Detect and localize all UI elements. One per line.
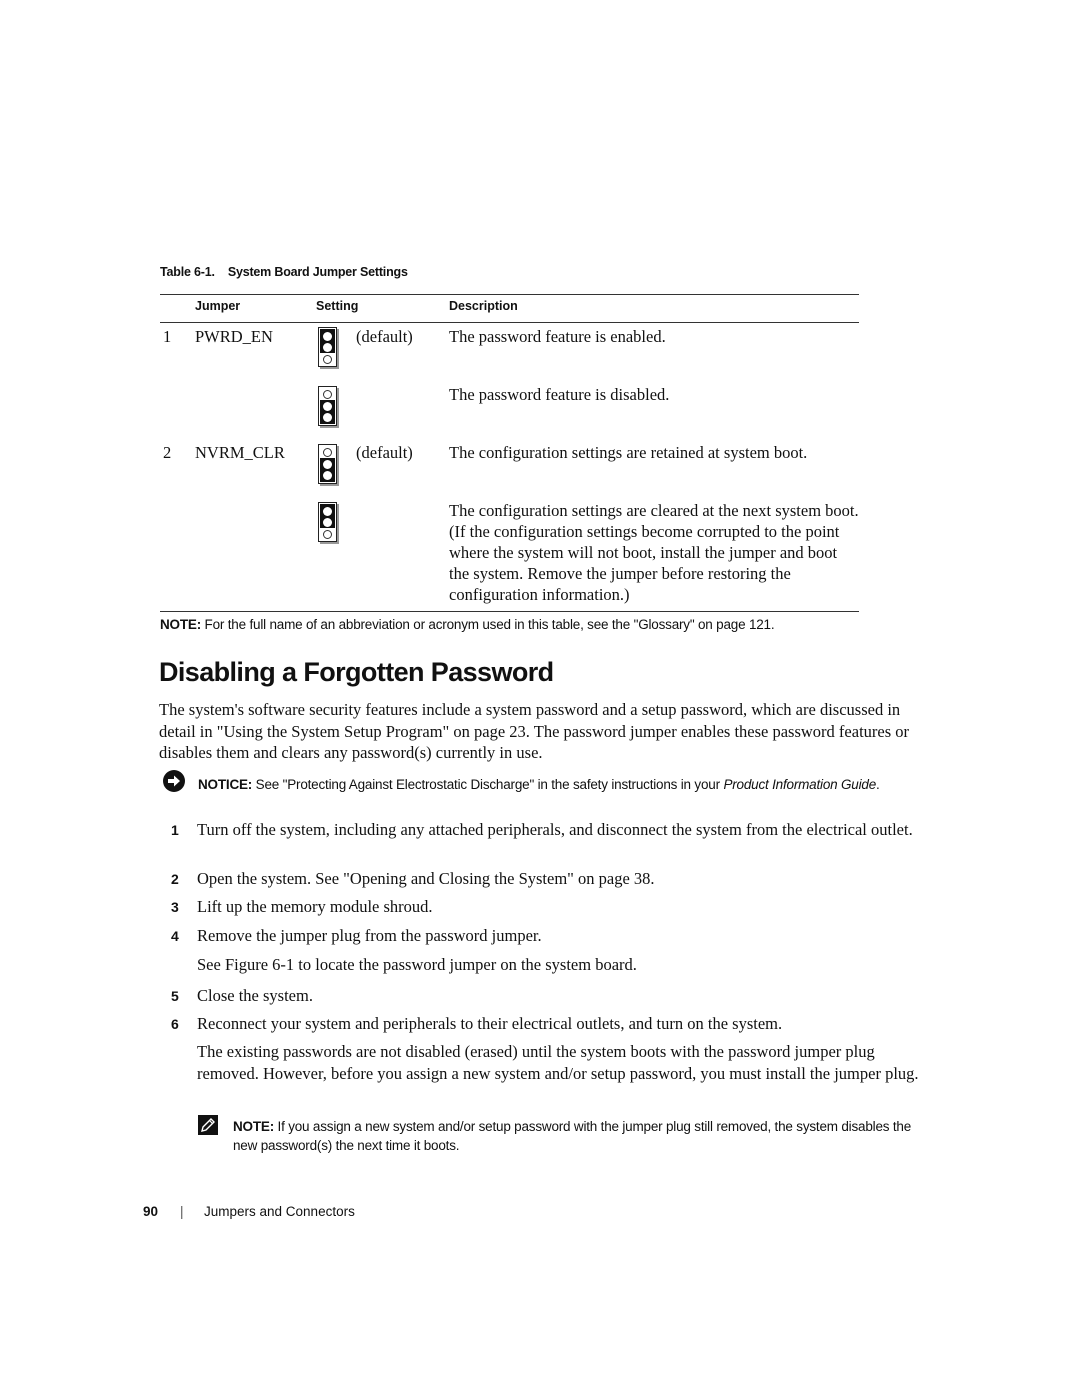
jumper-pins-1-2-icon xyxy=(318,502,337,542)
page-number: 90 xyxy=(143,1204,159,1219)
setting-default-label: (default) xyxy=(356,327,413,346)
note-label: NOTE: xyxy=(233,1119,274,1134)
note-text: If you assign a new system and/or setup … xyxy=(233,1119,912,1153)
footer-separator: | xyxy=(180,1204,184,1219)
column-header-setting: Setting xyxy=(316,299,359,313)
table-header-rule xyxy=(160,322,859,323)
step-number: 4 xyxy=(171,928,179,944)
step-text: Remove the jumper plug from the password… xyxy=(197,926,542,945)
step-subtext: See Figure 6-1 to locate the password ju… xyxy=(197,955,637,974)
step-number: 1 xyxy=(171,822,179,838)
step-text: Reconnect your system and peripherals to… xyxy=(197,1014,783,1033)
notice-arrow-icon xyxy=(163,770,185,792)
table-bottom-rule xyxy=(160,611,859,612)
step-text: Close the system. xyxy=(197,986,313,1005)
jumper-name: PWRD_EN xyxy=(195,327,273,346)
step-subtext: The existing passwords are not disabled … xyxy=(197,1042,919,1083)
setting-description: The password feature is disabled. xyxy=(449,385,670,404)
table-note: NOTE: For the full name of an abbreviati… xyxy=(160,617,775,632)
notice-body: See "Protecting Against Electrostatic Di… xyxy=(252,777,724,792)
column-header-description: Description xyxy=(449,299,518,313)
jumper-name: NVRM_CLR xyxy=(195,443,285,462)
jumper-pins-2-3-icon xyxy=(318,444,337,484)
notice-label: NOTICE: xyxy=(198,777,253,792)
note-text: For the full name of an abbreviation or … xyxy=(201,617,775,632)
notice-text: NOTICE: See "Protecting Against Electros… xyxy=(198,775,918,794)
step-number: 2 xyxy=(171,871,179,887)
column-header-jumper: Jumper xyxy=(195,299,241,313)
section-title: Disabling a Forgotten Password xyxy=(159,657,554,687)
step-number: 6 xyxy=(171,1016,179,1032)
notice-end: . xyxy=(876,777,880,792)
step-text: Lift up the memory module shroud. xyxy=(197,897,433,916)
setting-description: The password feature is enabled. xyxy=(449,327,666,346)
jumper-pins-2-3-icon xyxy=(318,386,337,426)
row-number: 2 xyxy=(163,443,172,462)
note-label: NOTE: xyxy=(160,617,201,632)
notice-italic-reference: Product Information Guide xyxy=(723,777,877,792)
intro-paragraph: The system's software security features … xyxy=(159,700,910,762)
setting-default-label: (default) xyxy=(356,443,413,462)
step-text: Turn off the system, including any attac… xyxy=(197,820,913,839)
jumper-pins-1-2-icon xyxy=(318,327,337,367)
password-note: NOTE: If you assign a new system and/or … xyxy=(233,1117,913,1155)
chapter-title: Jumpers and Connectors xyxy=(204,1204,355,1219)
table-top-rule xyxy=(160,294,859,295)
step-number: 3 xyxy=(171,899,179,915)
setting-description: The configuration settings are cleared a… xyxy=(449,501,859,604)
step-number: 5 xyxy=(171,988,179,1004)
row-number: 1 xyxy=(163,327,172,346)
step-text: Open the system. See "Opening and Closin… xyxy=(197,869,655,888)
setting-description: The configuration settings are retained … xyxy=(449,443,808,462)
table-caption: Table 6-1. System Board Jumper Settings xyxy=(160,265,408,279)
pencil-note-icon xyxy=(198,1115,218,1135)
